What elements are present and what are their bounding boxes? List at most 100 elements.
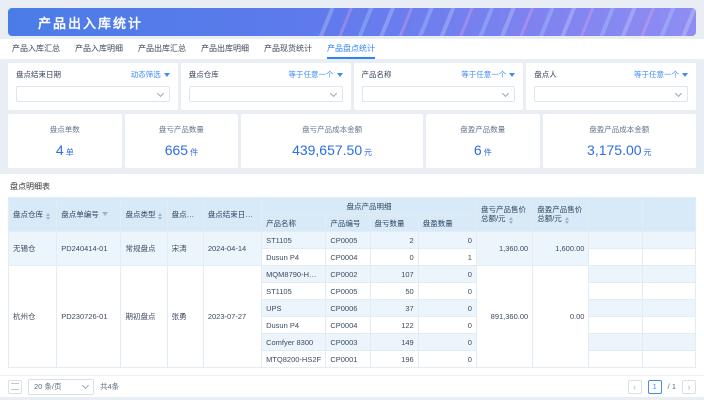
col-person[interactable]: 盘点人 bbox=[167, 198, 203, 232]
cell-product-name: Dusun P4 bbox=[262, 249, 326, 266]
cell-order-no: PD230726-01 bbox=[57, 266, 121, 368]
tab-outbound-summary[interactable]: 产品出库汇总 bbox=[138, 39, 186, 59]
caret-down-icon bbox=[682, 73, 688, 77]
col-end-date[interactable]: 盘点结束日期 bbox=[203, 198, 261, 232]
table-header: 盘点仓库 盘点单编号 盘点类型 盘点人 盘点结束日期 盘点产品明细 盘亏产品售价… bbox=[9, 198, 696, 232]
filter-label: 盘点结束日期 bbox=[16, 69, 61, 80]
cell-type: 常规盘点 bbox=[121, 232, 167, 266]
col-product-name[interactable]: 产品名称 bbox=[262, 215, 326, 232]
cell-product-name: ST1105 bbox=[262, 283, 326, 300]
cell-product-code: CP0005 bbox=[326, 232, 370, 249]
table-row[interactable]: 杭州仓PD230726-01期初盘点张勇2023-07-27MQM8790-HS… bbox=[9, 266, 696, 283]
col-gain-amount[interactable]: 盘盈产品售价总额/元 bbox=[533, 198, 589, 232]
tab-bar: 产品入库汇总 产品入库明细 产品出库汇总 产品出库明细 产品现货统计 产品盘点统… bbox=[0, 39, 704, 59]
chevron-down-icon bbox=[329, 89, 336, 96]
cell-empty bbox=[589, 351, 642, 368]
next-page-button[interactable]: › bbox=[682, 380, 696, 394]
filter-operator-dropdown[interactable]: 等于任意一个 bbox=[289, 69, 343, 80]
filter-end-date: 盘点结束日期 动态筛选 bbox=[8, 63, 178, 110]
cell-warehouse: 杭州仓 bbox=[9, 266, 57, 368]
filter-value-select[interactable] bbox=[189, 86, 343, 102]
cell-product-name: UPS bbox=[262, 300, 326, 317]
cell-product-code: CP0004 bbox=[326, 317, 370, 334]
tab-inbound-detail[interactable]: 产品入库明细 bbox=[75, 39, 123, 59]
filter-value-select[interactable] bbox=[534, 86, 688, 102]
filter-caret-icon bbox=[102, 212, 108, 216]
col-order-no[interactable]: 盘点单编号 bbox=[57, 198, 121, 232]
cell-empty bbox=[589, 249, 642, 266]
page-size-select[interactable]: 20 条/页 bbox=[28, 379, 94, 395]
cell-product-name: MQM8790-HS2R bbox=[262, 266, 326, 283]
tab-stocktaking-statistics[interactable]: 产品盘点统计 bbox=[327, 39, 375, 59]
cell-product-code: CP0002 bbox=[326, 266, 370, 283]
card-order-count: 盘点单数 4单 bbox=[8, 114, 122, 168]
cell-loss-total: 891,360.00 bbox=[476, 266, 532, 368]
cell-gain-qty: 0 bbox=[418, 351, 476, 368]
cell-product-code: CP0004 bbox=[326, 249, 370, 266]
prev-page-button[interactable]: ‹ bbox=[628, 380, 642, 394]
view-options-icon[interactable] bbox=[8, 380, 22, 394]
stocktaking-detail-table: 盘点仓库 盘点单编号 盘点类型 盘点人 盘点结束日期 盘点产品明细 盘亏产品售价… bbox=[8, 197, 696, 368]
card-value: 439,657.50元 bbox=[292, 142, 372, 158]
page-title: 产品出入库统计 bbox=[8, 13, 143, 32]
tab-outbound-detail[interactable]: 产品出库明细 bbox=[201, 39, 249, 59]
card-value: 6件 bbox=[474, 142, 492, 158]
sort-icon bbox=[158, 213, 162, 220]
cell-empty bbox=[642, 283, 695, 300]
filter-value-select[interactable] bbox=[362, 86, 516, 102]
total-pages: / 1 bbox=[668, 382, 676, 391]
col-loss-amount[interactable]: 盘亏产品售价总额/元 bbox=[476, 198, 532, 232]
cell-product-code: CP0006 bbox=[326, 300, 370, 317]
table-title: 盘点明细表 bbox=[10, 181, 696, 192]
cell-gain-qty: 0 bbox=[418, 232, 476, 249]
col-loss-qty[interactable]: 盘亏数量 bbox=[370, 215, 418, 232]
chevron-down-icon bbox=[157, 89, 164, 96]
table-body: 无锡仓PD240414-01常规盘点宋涛2024-04-14ST1105CP00… bbox=[9, 232, 696, 368]
detail-table-panel: 盘点明细表 盘点仓库 盘点单编号 盘点类型 盘点人 盘点结束日期 盘点产品明细 … bbox=[0, 174, 704, 397]
col-warehouse[interactable]: 盘点仓库 bbox=[9, 198, 57, 232]
card-label: 盘亏产品成本金额 bbox=[302, 124, 362, 135]
filter-label: 盘点仓库 bbox=[189, 69, 219, 80]
filter-label: 产品名称 bbox=[362, 69, 392, 80]
filter-value-select[interactable] bbox=[16, 86, 170, 102]
tab-inbound-summary[interactable]: 产品入库汇总 bbox=[12, 39, 60, 59]
cell-loss-qty: 122 bbox=[370, 317, 418, 334]
tab-stock-statistics[interactable]: 产品现货统计 bbox=[264, 39, 312, 59]
col-type[interactable]: 盘点类型 bbox=[121, 198, 167, 232]
cell-empty bbox=[642, 300, 695, 317]
filter-operator-dropdown[interactable]: 动态筛选 bbox=[131, 69, 170, 80]
cell-loss-qty: 37 bbox=[370, 300, 418, 317]
cell-product-code: CP0001 bbox=[326, 351, 370, 368]
card-gain-amount: 盘盈产品成本金额 3,175.00元 bbox=[543, 114, 696, 168]
cell-loss-qty: 2 bbox=[370, 232, 418, 249]
card-loss-quantity: 盘亏产品数量 665件 bbox=[125, 114, 239, 168]
caret-down-icon bbox=[337, 73, 343, 77]
filter-operator-dropdown[interactable]: 等于任意一个 bbox=[634, 69, 688, 80]
page-banner: 产品出入库统计 bbox=[8, 8, 696, 36]
table-row[interactable]: 无锡仓PD240414-01常规盘点宋涛2024-04-14ST1105CP00… bbox=[9, 232, 696, 249]
cell-gain-total: 1,600.00 bbox=[533, 232, 589, 266]
cell-empty bbox=[642, 266, 695, 283]
cell-product-code: CP0005 bbox=[326, 283, 370, 300]
cell-loss-qty: 0 bbox=[370, 249, 418, 266]
cell-empty bbox=[642, 351, 695, 368]
total-count: 共4条 bbox=[100, 381, 119, 392]
cell-empty bbox=[642, 334, 695, 351]
cell-product-name: Comfyer 8300 bbox=[262, 334, 326, 351]
cell-loss-qty: 149 bbox=[370, 334, 418, 351]
cell-empty bbox=[589, 283, 642, 300]
filter-person: 盘点人 等于任意一个 bbox=[526, 63, 696, 110]
table-footer: 20 条/页 共4条 ‹ 1 / 1 › bbox=[0, 375, 704, 397]
cell-warehouse: 无锡仓 bbox=[9, 232, 57, 266]
col-gain-qty[interactable]: 盘盈数量 bbox=[418, 215, 476, 232]
filter-bar: 盘点结束日期 动态筛选 盘点仓库 等于任意一个 产品名称 等于任意一个 bbox=[8, 63, 696, 110]
cell-gain-qty: 0 bbox=[418, 334, 476, 351]
cell-gain-qty: 1 bbox=[418, 249, 476, 266]
cell-gain-qty: 0 bbox=[418, 283, 476, 300]
cell-type: 期初盘点 bbox=[121, 266, 167, 368]
filter-warehouse: 盘点仓库 等于任意一个 bbox=[181, 63, 351, 110]
filter-operator-dropdown[interactable]: 等于任意一个 bbox=[461, 69, 515, 80]
cell-empty bbox=[589, 232, 642, 249]
chevron-down-icon bbox=[675, 89, 682, 96]
col-product-code[interactable]: 产品编号 bbox=[326, 215, 370, 232]
